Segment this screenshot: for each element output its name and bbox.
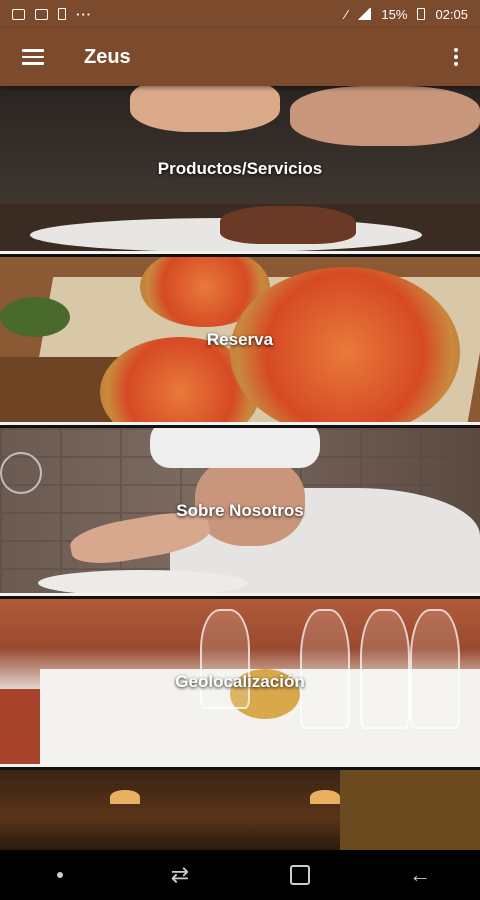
recents-icon[interactable]: ⇄ <box>150 850 210 900</box>
nav-dot-icon[interactable] <box>30 850 90 900</box>
status-bar-left: ··· <box>12 7 92 22</box>
gallery-notification-icon <box>12 8 25 20</box>
back-arrow-icon[interactable]: ← <box>390 850 450 900</box>
more-vert-icon[interactable] <box>432 28 480 86</box>
clock: 02:05 <box>435 6 468 22</box>
app-title: Zeus <box>84 45 131 68</box>
wine-glass-image <box>360 609 410 729</box>
tile-label: Sobre Nosotros <box>176 500 304 520</box>
tile-reserva[interactable]: Reserva <box>0 257 480 425</box>
signal-icon <box>357 8 372 20</box>
more-notifications-icon: ··· <box>76 6 92 22</box>
tile-productos-servicios[interactable]: Productos/Servicios <box>0 86 480 254</box>
tile-label: Reserva <box>206 329 274 349</box>
battery-icon <box>417 8 426 20</box>
mute-icon: ∕ <box>345 6 348 22</box>
home-icon[interactable] <box>270 850 330 900</box>
ceiling-lamp-image <box>110 790 140 804</box>
hamburger-menu-icon[interactable] <box>0 28 66 86</box>
wine-glass-image <box>200 609 250 709</box>
hand-image <box>290 86 480 146</box>
wine-glass-image <box>300 609 350 729</box>
tile-label: Geolocalización <box>175 671 305 691</box>
tile-geolocalizacion[interactable]: Geolocalización <box>0 599 480 767</box>
food-image <box>220 206 356 244</box>
ceiling-lamp-image <box>310 790 340 804</box>
battery-notification-icon <box>58 8 66 20</box>
tile-label: Productos/Servicios <box>157 158 323 178</box>
hand-image <box>130 86 280 132</box>
screen-notification-icon <box>35 8 48 20</box>
status-bar-right: ∕ 15% 02:05 <box>345 7 468 22</box>
navigation-bar: ⇄ ← <box>0 850 480 900</box>
status-bar: ··· ∕ 15% 02:05 <box>0 0 480 28</box>
tile-restaurant-interior[interactable] <box>0 770 480 850</box>
app-bar: Zeus <box>0 28 480 86</box>
battery-percent: 15% <box>381 6 408 22</box>
wood-panel-image <box>340 770 480 850</box>
chef-hat-image <box>150 428 320 468</box>
tile-sobre-nosotros[interactable]: Sobre Nosotros <box>0 428 480 596</box>
compass-icon <box>0 452 42 494</box>
chair-image <box>0 689 44 764</box>
plate-image <box>38 570 248 593</box>
wine-glass-image <box>410 609 460 729</box>
